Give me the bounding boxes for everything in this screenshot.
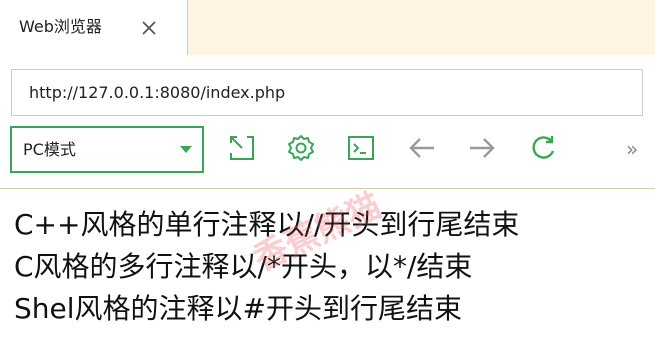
refresh-icon[interactable] (528, 133, 558, 163)
content-line: Shel风格的注释以#开头到行尾结束 (14, 292, 462, 325)
settings-icon[interactable] (286, 133, 316, 163)
content-line: C风格的多行注释以/*开头，以*/结束 (14, 250, 473, 283)
terminal-icon[interactable] (346, 133, 376, 163)
mode-label: PC模式 (23, 140, 76, 159)
url-text: http://127.0.0.1:8080/index.php (29, 83, 286, 102)
more-chevron-icon[interactable]: » (626, 139, 638, 159)
tab-title: Web浏览器 (19, 17, 102, 36)
restore-window-icon[interactable] (227, 133, 257, 163)
chevron-down-icon (180, 146, 192, 153)
navigation-area: http://127.0.0.1:8080/index.php PC模式 » (0, 55, 655, 188)
mode-select[interactable]: PC模式 (10, 126, 204, 173)
page-content: C++风格的单行注释以//开头到行尾结束 C风格的多行注释以/*开头，以*/结束… (0, 189, 655, 341)
back-arrow-icon[interactable] (407, 133, 437, 163)
browser-tab[interactable]: Web浏览器 (0, 0, 188, 55)
content-line: C++风格的单行注释以//开头到行尾结束 (14, 208, 520, 241)
address-bar[interactable]: http://127.0.0.1:8080/index.php (11, 69, 643, 116)
browser-chrome: Web浏览器 http://127.0.0.1:8080/index.php P… (0, 0, 655, 189)
close-icon[interactable] (136, 15, 162, 41)
forward-arrow-icon[interactable] (467, 133, 497, 163)
